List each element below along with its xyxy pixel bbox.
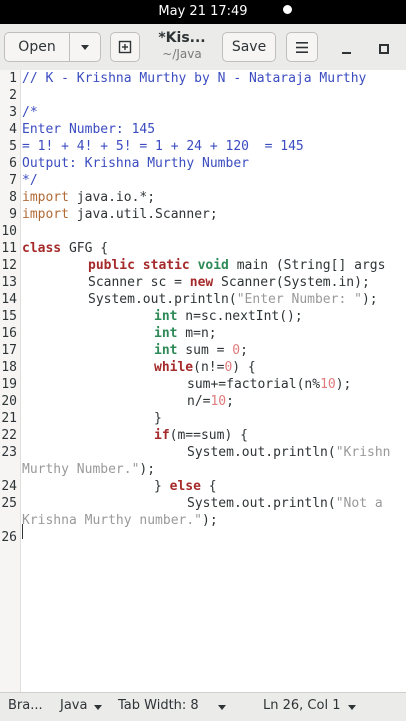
code-line-11: class GFG { [22, 241, 109, 256]
line-number: 18 [1, 360, 17, 375]
line-number: 25 [1, 496, 17, 511]
line-number: 6 [9, 156, 17, 171]
document-path: ~/Java [162, 47, 202, 61]
notification-dot-icon [283, 5, 292, 14]
code-line-22: if(m==sum) { [154, 428, 248, 443]
code-line-25: System.out.println("Not a [187, 496, 383, 511]
line-number: 8 [9, 190, 17, 205]
code-line-5: = 1! + 4! + 5! = 1 + 24 + 120 = 145 [22, 139, 304, 154]
tab-width-chevron-icon [218, 705, 226, 710]
line-number-gutter: 1 2 3 4 5 6 7 8 9 10 11 12 13 14 15 16 1… [0, 70, 21, 692]
code-line-14: System.out.println("Enter Number: "); [88, 292, 378, 307]
code-line-12: public static void main (String[] args [88, 258, 386, 273]
line-number: 12 [1, 258, 17, 273]
line-number: 10 [1, 224, 17, 239]
code-line-23: System.out.println("Krishn [187, 445, 391, 460]
clock[interactable]: May 21 17:49 [0, 4, 406, 19]
new-tab-icon [118, 40, 132, 54]
text-cursor [22, 524, 23, 539]
line-number: 9 [9, 207, 17, 222]
code-line-16: int m=n; [154, 326, 217, 341]
line-number: 16 [1, 326, 17, 341]
code-line-23-wrap: Murthy Number."); [22, 462, 156, 477]
code-line-7: */ [22, 173, 38, 188]
line-number: 4 [9, 122, 17, 137]
line-number: 19 [1, 377, 17, 392]
line-number: 20 [1, 394, 17, 409]
document-name: *Kis... [158, 30, 206, 46]
language-selector[interactable]: Java [60, 698, 87, 713]
code-line-24: } else { [154, 479, 217, 494]
save-button[interactable]: Save [222, 32, 276, 62]
line-number: 26 [1, 530, 17, 545]
code-line-25-wrap: Krishna Murthy number."); [22, 513, 218, 528]
code-line-8: import java.io.*; [22, 190, 156, 205]
code-line-4: Enter Number: 145 [22, 122, 156, 137]
language-chevron-icon [94, 705, 102, 710]
line-number: 2 [9, 88, 17, 103]
code-line-15: int n=sc.nextInt(); [154, 309, 303, 324]
line-number: 17 [1, 343, 17, 358]
system-top-bar: May 21 17:49 [0, 0, 406, 24]
code-line-13: Scanner sc = new Scanner(System.in); [88, 275, 370, 290]
line-number: 21 [1, 411, 17, 426]
code-line-21: } [154, 411, 162, 426]
line-number: 5 [9, 139, 17, 154]
code-line-17: int sum = 0; [154, 343, 248, 358]
code-line-19: sum+=factorial(n%10); [187, 377, 352, 392]
main-menu-button[interactable] [286, 32, 318, 62]
line-number: 24 [1, 479, 17, 494]
line-number: 14 [1, 292, 17, 307]
code-line-20: n/=10; [187, 394, 234, 409]
line-number: 3 [9, 105, 17, 120]
cursor-position[interactable]: Ln 26, Col 1 [263, 698, 340, 713]
new-document-button[interactable] [110, 32, 140, 62]
chevron-down-icon [81, 44, 89, 50]
code-line-1: // K - Krishna Murthy by N - Nataraja Mu… [22, 71, 367, 86]
line-number: 7 [9, 173, 17, 188]
status-bar: Bra... Java Tab Width: 8 Ln 26, Col 1 [0, 692, 406, 721]
code-line-18: while(n!=0) { [154, 360, 256, 375]
line-number: 23 [1, 445, 17, 460]
position-chevron-icon [348, 705, 356, 710]
line-number: 11 [1, 241, 17, 256]
hamburger-menu-icon [296, 41, 308, 53]
open-menu-button[interactable] [69, 32, 101, 62]
code-line-9: import java.util.Scanner; [22, 207, 218, 222]
open-button[interactable]: Open [4, 32, 70, 62]
line-number: 1 [9, 71, 17, 86]
line-number: 13 [1, 275, 17, 290]
header-bar: Open *Kis... ~/Java Save [0, 24, 406, 71]
code-editor[interactable]: 1 2 3 4 5 6 7 8 9 10 11 12 13 14 15 16 1… [0, 70, 406, 692]
code-line-3: /* [22, 105, 38, 120]
maximize-button[interactable] [372, 40, 394, 58]
tab-width-selector[interactable]: Tab Width: 8 [118, 698, 199, 713]
code-line-6: Output: Krishna Murthy Number [22, 156, 249, 171]
line-number: 15 [1, 309, 17, 324]
document-title: *Kis... ~/Java [146, 30, 218, 61]
line-number: 22 [1, 428, 17, 443]
bracket-matching-indicator[interactable]: Bra... [8, 698, 43, 713]
minimize-button[interactable] [336, 40, 358, 58]
